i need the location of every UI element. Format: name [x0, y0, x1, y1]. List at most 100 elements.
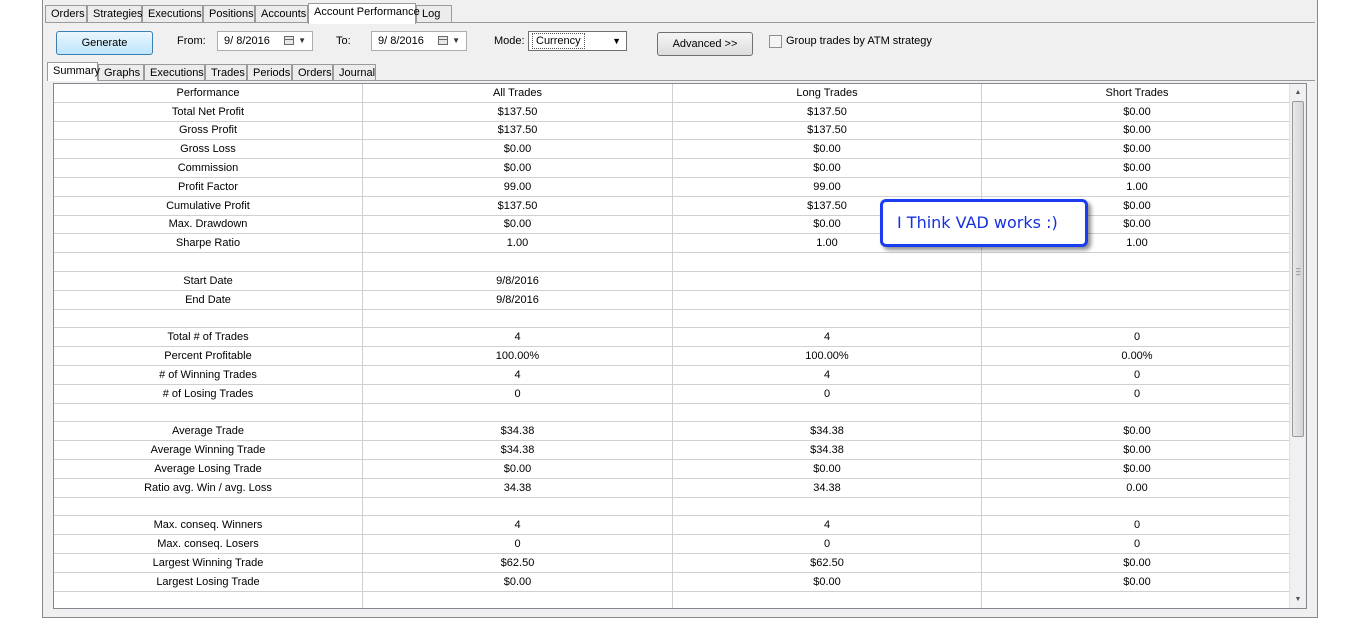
table-header-row: Performance All Trades Long Trades Short…	[54, 84, 1293, 103]
table-row[interactable]: # of Losing Trades 0 0 0	[54, 384, 1293, 404]
metric-value-cell: 9/8/2016	[362, 290, 673, 310]
tab-executions[interactable]: Executions	[142, 5, 203, 22]
table-row[interactable]	[54, 497, 1293, 517]
tab-log[interactable]: Log	[416, 5, 452, 22]
to-date-picker[interactable]: 9/ 8/2016 ▼	[371, 31, 467, 51]
from-date-value: 9/ 8/2016	[224, 35, 270, 47]
metric-value-cell	[672, 290, 982, 310]
table-row[interactable]: # of Winning Trades 4 4 0	[54, 365, 1293, 385]
table-row[interactable]	[54, 403, 1293, 423]
metric-value-cell: 99.00	[672, 177, 982, 197]
tab-accounts[interactable]: Accounts	[255, 5, 308, 22]
metric-value-cell: $0.00	[672, 139, 982, 160]
table-row[interactable]: Average Trade $34.38 $34.38 $0.00	[54, 421, 1293, 442]
table-row[interactable]	[54, 591, 1293, 608]
metric-name-cell: Average Winning Trade	[54, 440, 363, 460]
metric-value-cell: $0.00	[362, 459, 673, 479]
tab-positions[interactable]: Positions	[203, 5, 255, 22]
metric-value-cell: $0.00	[981, 158, 1293, 178]
tab-trades[interactable]: Trades	[205, 64, 247, 81]
metric-value-cell	[981, 309, 1293, 329]
metric-value-cell	[981, 290, 1293, 310]
metric-value-cell: 0.00%	[981, 346, 1293, 366]
table-row[interactable]: Max. conseq. Winners 4 4 0	[54, 515, 1293, 536]
metric-name-cell: Total Net Profit	[54, 102, 363, 122]
annotation-callout: I Think VAD works :)	[880, 199, 1088, 247]
metric-name-cell: Gross Profit	[54, 121, 363, 141]
table-row[interactable]: Largest Winning Trade $62.50 $62.50 $0.00	[54, 553, 1293, 573]
metric-value-cell: 1.00	[362, 233, 673, 254]
metric-value-cell: $137.50	[362, 196, 673, 216]
table-row[interactable]: Total # of Trades 4 4 0	[54, 327, 1293, 348]
from-date-picker[interactable]: 9/ 8/2016 ▼	[217, 31, 313, 51]
column-header-long-trades[interactable]: Long Trades	[672, 84, 982, 103]
scroll-down-arrow-icon[interactable]: ▼	[1290, 591, 1306, 608]
table-row[interactable]: Gross Loss $0.00 $0.00 $0.00	[54, 139, 1293, 160]
grip-icon: – – –	[1296, 264, 1301, 279]
tab-journal[interactable]: Journal	[333, 64, 376, 81]
metric-value-cell: 4	[672, 327, 982, 348]
tab-orders[interactable]: Orders	[45, 5, 87, 22]
performance-grid[interactable]: Performance All Trades Long Trades Short…	[53, 83, 1307, 609]
metric-value-cell: $0.00	[981, 139, 1293, 160]
table-row[interactable]: Sharpe Ratio 1.00 1.00 1.00	[54, 233, 1293, 254]
table-row[interactable]: Percent Profitable 100.00% 100.00% 0.00%	[54, 346, 1293, 366]
tab-summary[interactable]: Summary	[47, 62, 100, 81]
table-row[interactable]: Average Losing Trade $0.00 $0.00 $0.00	[54, 459, 1293, 479]
mode-value: Currency	[532, 33, 585, 49]
table-row[interactable]: End Date 9/8/2016	[54, 290, 1293, 310]
table-row[interactable]: Start Date 9/8/2016	[54, 271, 1293, 291]
vertical-scrollbar[interactable]: ▲ – – – ▼	[1289, 84, 1306, 608]
metric-value-cell: $34.38	[362, 440, 673, 460]
metric-value-cell: $137.50	[362, 121, 673, 141]
tab-graphs[interactable]: Graphs	[98, 64, 144, 81]
column-header-performance[interactable]: Performance	[54, 84, 363, 103]
metric-value-cell: $62.50	[362, 553, 673, 573]
group-trades-checkbox[interactable]	[769, 35, 782, 48]
advanced-button[interactable]: Advanced >>	[657, 32, 753, 56]
metric-value-cell: $0.00	[981, 572, 1293, 592]
metric-value-cell: 100.00%	[362, 346, 673, 366]
table-row[interactable]: Commission $0.00 $0.00 $0.00	[54, 158, 1293, 178]
chevron-down-icon[interactable]: ▼	[452, 32, 460, 50]
metric-value-cell	[362, 309, 673, 329]
metric-name-cell: # of Winning Trades	[54, 365, 363, 385]
calendar-icon[interactable]	[438, 36, 448, 45]
tab-periods[interactable]: Periods	[247, 64, 292, 81]
tab-panel-border	[45, 22, 1315, 23]
table-row[interactable]: Ratio avg. Win / avg. Loss 34.38 34.38 0.00	[54, 478, 1293, 498]
table-row[interactable]: Largest Losing Trade $0.00 $0.00 $0.00	[54, 572, 1293, 592]
table-row[interactable]: Profit Factor 99.00 99.00 1.00	[54, 177, 1293, 197]
metric-value-cell: 0	[362, 534, 673, 554]
scroll-up-arrow-icon[interactable]: ▲	[1290, 84, 1306, 101]
metric-name-cell: Max. conseq. Winners	[54, 515, 363, 536]
mode-select[interactable]: Currency ▼	[528, 31, 627, 51]
generate-button[interactable]: Generate	[56, 31, 153, 55]
metric-value-cell	[981, 403, 1293, 423]
metric-name-cell: Largest Winning Trade	[54, 553, 363, 573]
metric-name-cell: Start Date	[54, 271, 363, 291]
table-row[interactable]: Total Net Profit $137.50 $137.50 $0.00	[54, 102, 1293, 122]
table-row[interactable]: Max. Drawdown $0.00 $0.00 $0.00	[54, 215, 1293, 235]
calendar-icon[interactable]	[284, 36, 294, 45]
column-header-short-trades[interactable]: Short Trades	[981, 84, 1293, 103]
tab-strategies[interactable]: Strategies	[87, 5, 143, 22]
metric-value-cell: $0.00	[362, 572, 673, 592]
table-row[interactable]: Cumulative Profit $137.50 $137.50 $0.00	[54, 196, 1293, 216]
chevron-down-icon[interactable]: ▼	[298, 32, 306, 50]
metric-name-cell: Profit Factor	[54, 177, 363, 197]
table-row[interactable]	[54, 252, 1293, 272]
table-row[interactable]: Max. conseq. Losers 0 0 0	[54, 534, 1293, 554]
tab-account-performance[interactable]: Account Performance	[308, 3, 420, 24]
metric-value-cell: 4	[672, 515, 982, 536]
tab-executions-sub[interactable]: Executions	[144, 64, 205, 81]
table-row[interactable]: Gross Profit $137.50 $137.50 $0.00	[54, 121, 1293, 141]
scrollbar-thumb[interactable]: – – –	[1292, 101, 1304, 437]
table-row[interactable]: Average Winning Trade $34.38 $34.38 $0.00	[54, 440, 1293, 460]
column-header-all-trades[interactable]: All Trades	[362, 84, 673, 103]
metric-name-cell: Percent Profitable	[54, 346, 363, 366]
tab-orders-sub[interactable]: Orders	[292, 64, 333, 81]
metric-value-cell: $0.00	[672, 572, 982, 592]
metric-value-cell	[981, 497, 1293, 517]
table-row[interactable]	[54, 309, 1293, 329]
